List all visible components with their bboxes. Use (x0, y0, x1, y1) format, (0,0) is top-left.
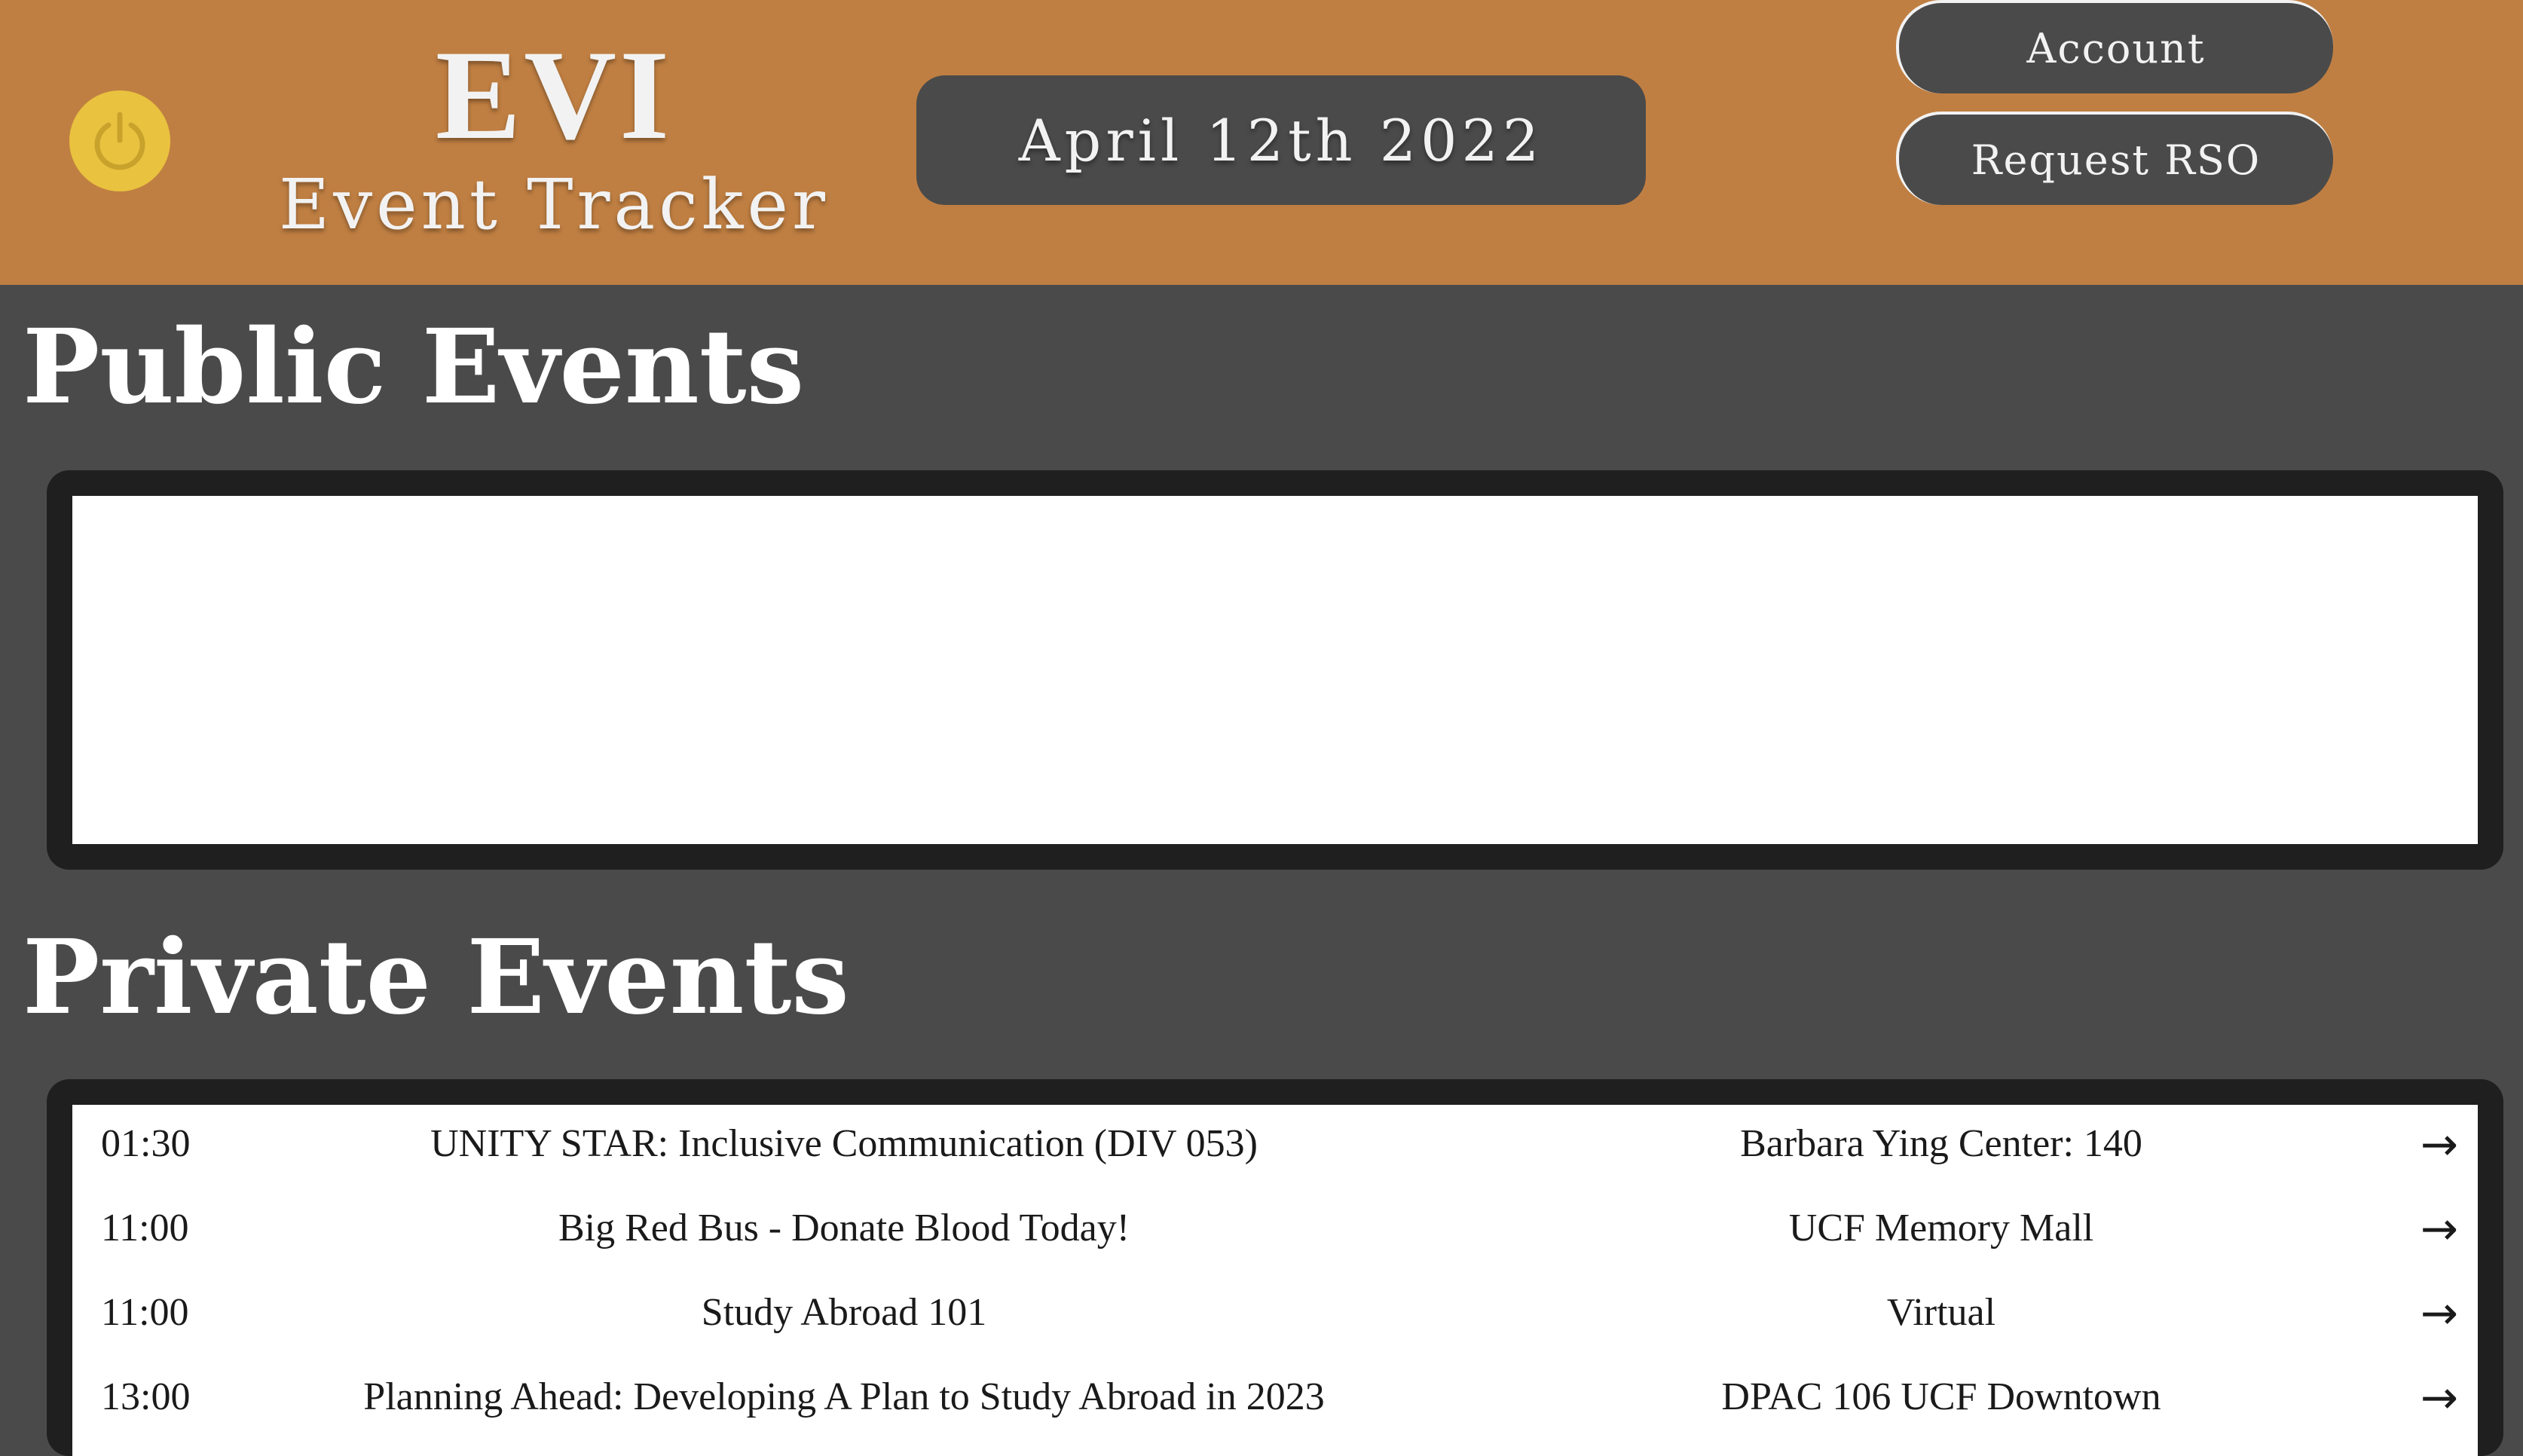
event-row[interactable]: 01:30 UNITY STAR: Inclusive Communicatio… (72, 1105, 2478, 1189)
event-time: 11:00 (101, 1291, 189, 1334)
event-location: DPAC 106 UCF Downtown (1721, 1375, 2161, 1418)
current-date-display: April 12th 2022 (916, 75, 1646, 205)
event-location: UCF Memory Mall (1788, 1207, 2094, 1250)
brand-subtitle: Event Tracker (279, 164, 829, 245)
account-button[interactable]: Account (1896, 0, 2333, 93)
event-location: Virtual (1886, 1291, 1996, 1334)
event-title: Study Abroad 101 (701, 1291, 987, 1334)
arrow-right-icon[interactable]: → (2421, 1287, 2458, 1340)
event-title: Planning Ahead: Developing A Plan to Stu… (363, 1375, 1325, 1418)
event-location: Barbara Ying Center: 140 (1740, 1122, 2142, 1165)
event-title: UNITY STAR: Inclusive Communication (DIV… (430, 1122, 1258, 1165)
power-icon (94, 112, 145, 170)
arrow-right-icon[interactable]: → (2421, 1118, 2458, 1171)
request-rso-button[interactable]: Request RSO (1896, 112, 2333, 205)
event-row[interactable]: 13:00 Planning Ahead: Developing A Plan … (72, 1358, 2478, 1442)
event-row[interactable]: 11:00 Study Abroad 101 Virtual → (72, 1274, 2478, 1358)
event-time: 13:00 (101, 1375, 191, 1418)
arrow-right-icon[interactable]: → (2421, 1372, 2458, 1424)
power-button[interactable] (69, 90, 170, 191)
event-time: 01:30 (101, 1122, 191, 1165)
arrow-right-icon[interactable]: → (2421, 1203, 2458, 1256)
event-title: Big Red Bus - Donate Blood Today! (558, 1207, 1130, 1250)
top-header: EVI Event Tracker April 12th 2022 Accoun… (0, 0, 2523, 285)
public-events-list (72, 496, 2478, 844)
brand-title: EVI (435, 24, 673, 166)
brand-logo: EVI Event Tracker (271, 27, 836, 247)
private-events-panel: 01:30 UNITY STAR: Inclusive Communicatio… (47, 1079, 2503, 1456)
private-events-title: Private Events (23, 917, 849, 1038)
event-row[interactable]: 11:00 Big Red Bus - Donate Blood Today! … (72, 1189, 2478, 1274)
private-events-list: 01:30 UNITY STAR: Inclusive Communicatio… (72, 1105, 2478, 1456)
public-events-panel (47, 470, 2503, 870)
public-events-title: Public Events (23, 307, 805, 427)
event-time: 11:00 (101, 1207, 189, 1250)
